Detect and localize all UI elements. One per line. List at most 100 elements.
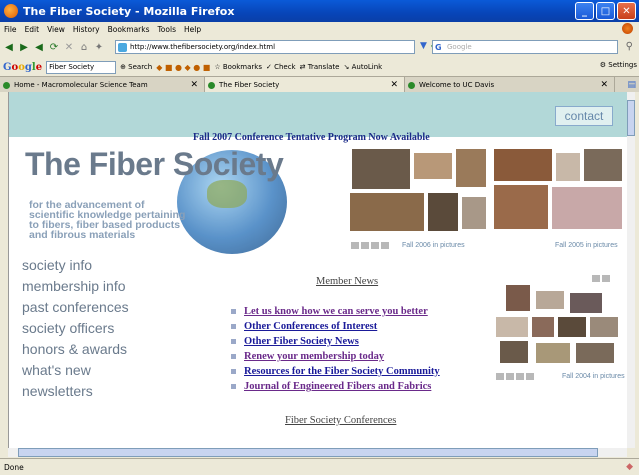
bookmarks-button[interactable]: ☆ Bookmarks [214,63,262,71]
vertical-scroll-thumb[interactable] [627,100,635,136]
fall-2006-caption[interactable]: Fall 2006 in pictures [402,242,465,249]
throbber-icon [622,23,633,34]
maximize-button[interactable]: □ [596,2,615,20]
nav-society-officers[interactable]: society officers [22,318,129,339]
page-viewport: contact Fall 2007 Conference Tentative P… [8,92,627,448]
bullet-icon [231,384,236,389]
list-item: Other Fiber Society News [231,334,440,349]
window-titlebar: The Fiber Society - Mozilla Firefox _ □ … [0,0,639,22]
tab-list-icon[interactable]: ▤ [627,80,636,90]
nav-past-conferences[interactable]: past conferences [22,297,129,318]
nav-honors-awards[interactable]: honors & awards [22,339,129,360]
contact-button[interactable]: contact [555,106,613,126]
news-link-journal[interactable]: Journal of Engineered Fibers and Fabrics [244,379,431,394]
vertical-scrollbar[interactable] [627,92,635,448]
tab-close-icon[interactable]: ✕ [600,80,608,90]
nav-society-info[interactable]: society info [22,255,129,276]
list-item: Resources for the Fiber Society Communit… [231,364,440,379]
menu-help[interactable]: Help [184,25,201,34]
menu-view[interactable]: View [47,25,65,34]
menu-edit[interactable]: Edit [25,25,40,34]
list-item: Renew your membership today [231,349,440,364]
settings-button[interactable]: ⚙ Settings [600,61,637,69]
fall-2006-collage[interactable] [349,148,489,248]
list-item: Let us know how we can serve you better [231,304,440,319]
google-toolbar: Google Fiber Society ⊕ Search ◆ ■ ● ◆ ● … [0,58,639,76]
menu-file[interactable]: File [4,25,17,34]
horizontal-scroll-thumb[interactable] [18,448,598,457]
fiber-society-conferences-heading[interactable]: Fiber Society Conferences [285,415,396,426]
tab-label: Home - Macromolecular Science Team [14,81,148,89]
home-icon[interactable]: ⌂ [78,41,90,53]
tab-close-icon[interactable]: ✕ [390,80,398,90]
news-link-other-news[interactable]: Other Fiber Society News [244,334,359,349]
tab-fiber-society[interactable]: The Fiber Society ✕ [205,77,405,93]
bookmark-star-icon[interactable]: ✦ [93,41,105,53]
member-news-heading[interactable]: Member News [316,276,378,287]
fall-2004-collage[interactable] [495,280,625,370]
nav-newsletters[interactable]: newsletters [22,381,129,402]
bullet-icon [231,324,236,329]
autolink-button[interactable]: ↘ AutoLink [344,63,383,71]
google-search-icon: G [435,42,442,52]
back-icon[interactable]: ◀ [3,41,15,53]
menu-history[interactable]: History [73,25,100,34]
conference-headline[interactable]: Fall 2007 Conference Tentative Program N… [193,132,430,143]
fall-2004-caption[interactable]: Fall 2004 in pictures [562,373,625,380]
tab-label: The Fiber Society [219,81,280,89]
reload-icon[interactable]: ⟳ [48,41,60,53]
search-placeholder: Google [447,43,472,51]
site-logo-title: The Fiber Society [25,146,284,182]
check-button[interactable]: ✓ Check [266,63,296,71]
page-favicon-icon [118,43,127,52]
news-link-resources[interactable]: Resources for the Fiber Society Communit… [244,364,440,379]
url-text: http://www.thefibersociety.org/index.htm… [130,43,276,51]
tab-favicon-icon [3,81,10,89]
back-dropdown-icon[interactable]: ◀ [33,41,45,53]
nav-whats-new[interactable]: what's new [22,360,129,381]
nav-membership-info[interactable]: membership info [22,276,129,297]
list-item: Other Conferences of Interest [231,319,440,334]
tab-bar: Home - Macromolecular Science Team ✕ The… [0,76,639,93]
google-toolbar-icons[interactable]: ◆ ■ ● ◆ ● ■ [156,63,210,72]
horizontal-scrollbar[interactable] [8,448,627,457]
bullet-icon [231,354,236,359]
tab-close-icon[interactable]: ✕ [190,80,198,90]
firefox-icon [4,4,18,18]
news-link-renew-membership[interactable]: Renew your membership today [244,349,384,364]
window-title: The Fiber Society - Mozilla Firefox [23,4,235,18]
news-link-other-conferences[interactable]: Other Conferences of Interest [244,319,377,334]
forward-icon[interactable]: ▶ [18,41,30,53]
site-tagline: for the advancement of scientific knowle… [29,199,186,241]
google-toolbar-search-input[interactable]: Fiber Society [46,60,117,74]
close-button[interactable]: ✕ [617,2,636,20]
bullet-icon [231,339,236,344]
menu-bookmarks[interactable]: Bookmarks [108,25,150,34]
url-dropdown-icon[interactable]: ▼ [420,41,427,51]
fall-2005-caption[interactable]: Fall 2005 in pictures [555,242,618,249]
tab-macromolecular[interactable]: Home - Macromolecular Science Team ✕ [0,77,205,93]
site-nav: society info membership info past confer… [22,255,129,402]
list-item: Journal of Engineered Fibers and Fabrics [231,379,440,394]
status-text: Done [4,462,24,472]
google-search-button[interactable]: ⊕ Search [120,63,152,71]
menu-tools[interactable]: Tools [158,25,176,34]
google-logo: Google [3,61,43,73]
tab-favicon-icon [208,81,215,89]
tab-label: Welcome to UC Davis [419,81,495,89]
tab-uc-davis[interactable]: Welcome to UC Davis ✕ [405,77,615,93]
member-news-list: Let us know how we can serve you better … [231,304,440,394]
fall-2005-collage[interactable] [493,148,627,248]
status-bar: Done ◆ [0,458,639,475]
search-go-icon[interactable]: ⚲ [626,41,633,52]
url-bar[interactable]: http://www.thefibersociety.org/index.htm… [115,40,415,54]
status-indicator-icon: ◆ [626,462,633,472]
minimize-button[interactable]: _ [575,2,594,20]
bullet-icon [231,369,236,374]
stop-icon[interactable]: ✕ [63,41,75,53]
google-toolbar-search-value: Fiber Society [49,63,95,71]
search-input[interactable]: G Google [432,40,618,54]
tab-favicon-icon [408,81,415,89]
translate-button[interactable]: ⇄ Translate [300,63,340,71]
news-link-serve-better[interactable]: Let us know how we can serve you better [244,304,428,319]
